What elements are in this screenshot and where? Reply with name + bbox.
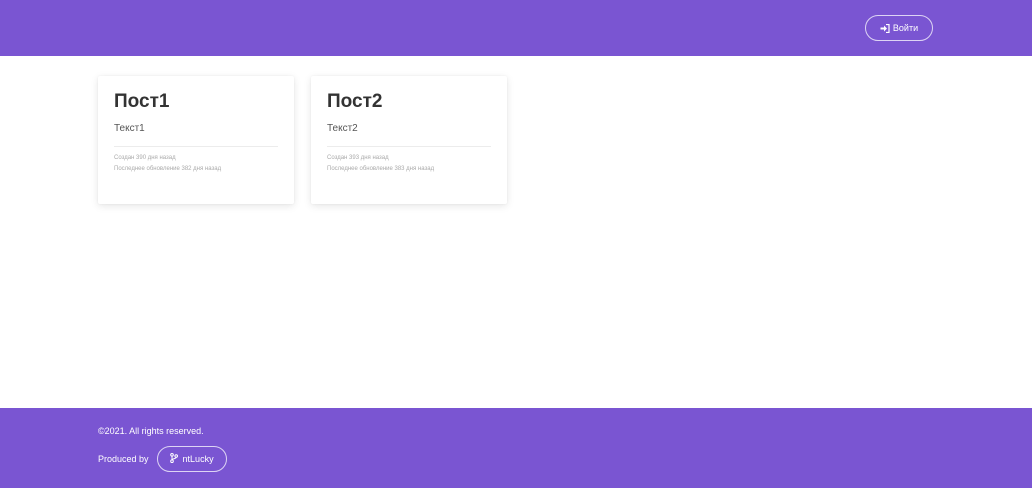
author-name: ntLucky: [182, 454, 214, 464]
post-created: Создан 393 дня назад: [327, 155, 389, 161]
login-button[interactable]: Войти: [865, 15, 933, 41]
post-text: Текст2: [327, 123, 358, 134]
post-card[interactable]: Пост1 Текст1 Создан 390 дня назад Послед…: [98, 76, 294, 204]
footer: ©2021. All rights reserved. Produced by …: [0, 408, 1032, 488]
login-label: Войти: [892, 23, 919, 33]
card-divider: [327, 146, 491, 147]
post-updated: Последнее обновление 383 дня назад: [327, 166, 435, 172]
git-branch-icon: [169, 453, 178, 465]
produced-by-label: Produced by: [98, 454, 149, 464]
post-text: Текст1: [114, 123, 145, 134]
copyright-text: ©2021. All rights reserved.: [98, 426, 204, 436]
sign-in-icon: [880, 23, 890, 33]
post-title: Пост1: [114, 91, 170, 112]
post-title: Пост2: [327, 91, 383, 112]
top-navbar: Войти: [0, 0, 1032, 56]
author-link-button[interactable]: ntLucky: [156, 446, 227, 472]
post-updated: Последнее обновление 382 дня назад: [114, 166, 222, 172]
produced-by-row: Produced by ntLucky: [98, 446, 227, 472]
posts-area: Пост1 Текст1 Создан 390 дня назад Послед…: [0, 56, 1032, 408]
post-created: Создан 390 дня назад: [114, 155, 176, 161]
card-divider: [114, 146, 278, 147]
post-card[interactable]: Пост2 Текст2 Создан 393 дня назад Послед…: [311, 76, 507, 204]
